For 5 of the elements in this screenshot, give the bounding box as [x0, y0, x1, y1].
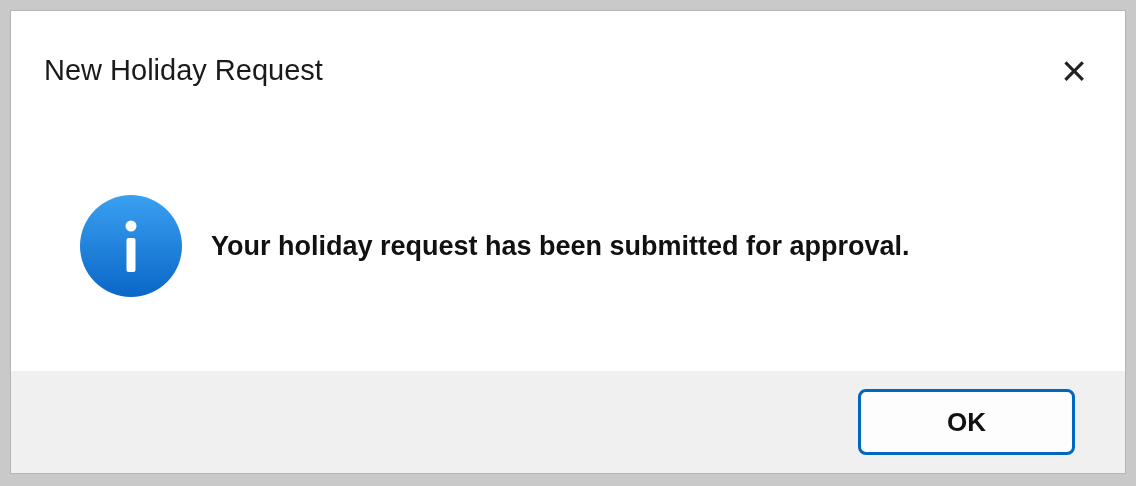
ok-button[interactable]: OK	[858, 389, 1075, 455]
close-button[interactable]: ×	[1053, 49, 1095, 93]
message-text: Your holiday request has been submitted for approval.	[211, 229, 910, 263]
window-title: New Holiday Request	[44, 53, 323, 89]
info-icon	[79, 194, 183, 298]
